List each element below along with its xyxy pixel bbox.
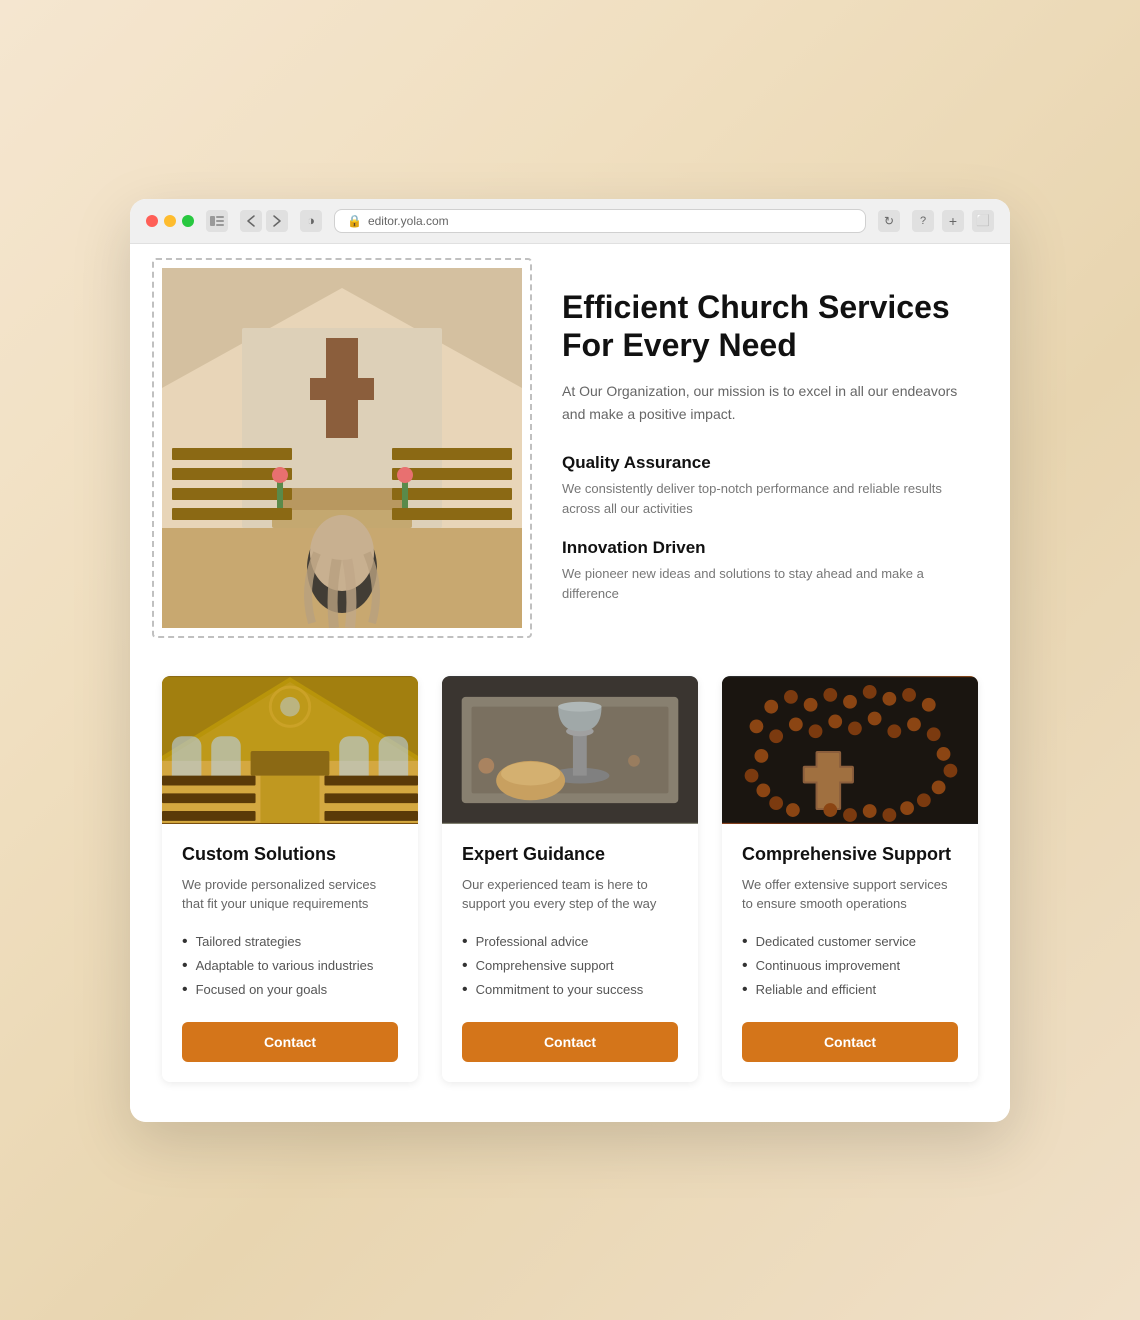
card-1-list: Tailored strategies Adaptable to various… [182, 930, 398, 1002]
card-2-image [442, 676, 698, 824]
card-1-title: Custom Solutions [182, 844, 398, 865]
hero-title: Efficient Church Services For Every Need [562, 288, 978, 365]
list-item: Continuous improvement [742, 954, 958, 978]
feature-quality-title: Quality Assurance [562, 453, 978, 473]
hero-image-wrapper [162, 268, 522, 628]
card-3-list: Dedicated customer service Continuous im… [742, 930, 958, 1002]
lock-icon: 🔒 [347, 214, 362, 228]
address-bar[interactable]: 🔒 editor.yola.com [334, 209, 866, 233]
forward-button[interactable] [266, 210, 288, 232]
list-item: Focused on your goals [182, 978, 398, 1002]
card-expert-guidance: Expert Guidance Our experienced team is … [442, 676, 698, 1082]
help-button[interactable]: ? [912, 210, 934, 232]
hero-text: Efficient Church Services For Every Need… [562, 268, 978, 624]
card-2-title: Expert Guidance [462, 844, 678, 865]
theme-button[interactable]: ◑ [300, 210, 322, 232]
browser-toolbar: ◑ 🔒 editor.yola.com ↻ ? + ⬜ [130, 199, 1010, 244]
cards-section: Custom Solutions We provide personalized… [162, 676, 978, 1082]
nav-buttons [240, 210, 288, 232]
list-item: Comprehensive support [462, 954, 678, 978]
hero-image [162, 268, 522, 628]
traffic-light-green[interactable] [182, 215, 194, 227]
card-custom-solutions: Custom Solutions We provide personalized… [162, 676, 418, 1082]
card-1-image [162, 676, 418, 824]
browser-content: Efficient Church Services For Every Need… [130, 244, 1010, 1122]
card-1-contact-button[interactable]: Contact [182, 1022, 398, 1062]
list-item: Commitment to your success [462, 978, 678, 1002]
share-button[interactable]: ⬜ [972, 210, 994, 232]
reload-button[interactable]: ↻ [878, 210, 900, 232]
feature-innovation-description: We pioneer new ideas and solutions to st… [562, 564, 978, 603]
card-2-description: Our experienced team is here to support … [462, 875, 678, 914]
add-button[interactable]: + [942, 210, 964, 232]
feature-innovation-title: Innovation Driven [562, 538, 978, 558]
card-3-description: We offer extensive support services to e… [742, 875, 958, 914]
card-2-contact-button[interactable]: Contact [462, 1022, 678, 1062]
feature-quality: Quality Assurance We consistently delive… [562, 453, 978, 518]
hero-section: Efficient Church Services For Every Need… [162, 268, 978, 628]
list-item: Professional advice [462, 930, 678, 954]
browser-actions: ? + ⬜ [912, 210, 994, 232]
card-comprehensive-support: Comprehensive Support We offer extensive… [722, 676, 978, 1082]
list-item: Tailored strategies [182, 930, 398, 954]
traffic-light-red[interactable] [146, 215, 158, 227]
card-3-title: Comprehensive Support [742, 844, 958, 865]
list-item: Dedicated customer service [742, 930, 958, 954]
url-text: editor.yola.com [368, 214, 449, 228]
back-button[interactable] [240, 210, 262, 232]
browser-window: ◑ 🔒 editor.yola.com ↻ ? + ⬜ [130, 199, 1010, 1122]
card-3-contact-button[interactable]: Contact [742, 1022, 958, 1062]
card-2-body: Expert Guidance Our experienced team is … [442, 824, 698, 1082]
card-1-description: We provide personalized services that fi… [182, 875, 398, 914]
card-3-body: Comprehensive Support We offer extensive… [722, 824, 978, 1082]
card-2-list: Professional advice Comprehensive suppor… [462, 930, 678, 1002]
list-item: Adaptable to various industries [182, 954, 398, 978]
card-1-body: Custom Solutions We provide personalized… [162, 824, 418, 1082]
hero-description: At Our Organization, our mission is to e… [562, 380, 978, 425]
feature-quality-description: We consistently deliver top-notch perfor… [562, 479, 978, 518]
traffic-lights [146, 215, 194, 227]
card-3-image [722, 676, 978, 824]
list-item: Reliable and efficient [742, 978, 958, 1002]
feature-innovation: Innovation Driven We pioneer new ideas a… [562, 538, 978, 603]
sidebar-toggle-button[interactable] [206, 210, 228, 232]
traffic-light-yellow[interactable] [164, 215, 176, 227]
